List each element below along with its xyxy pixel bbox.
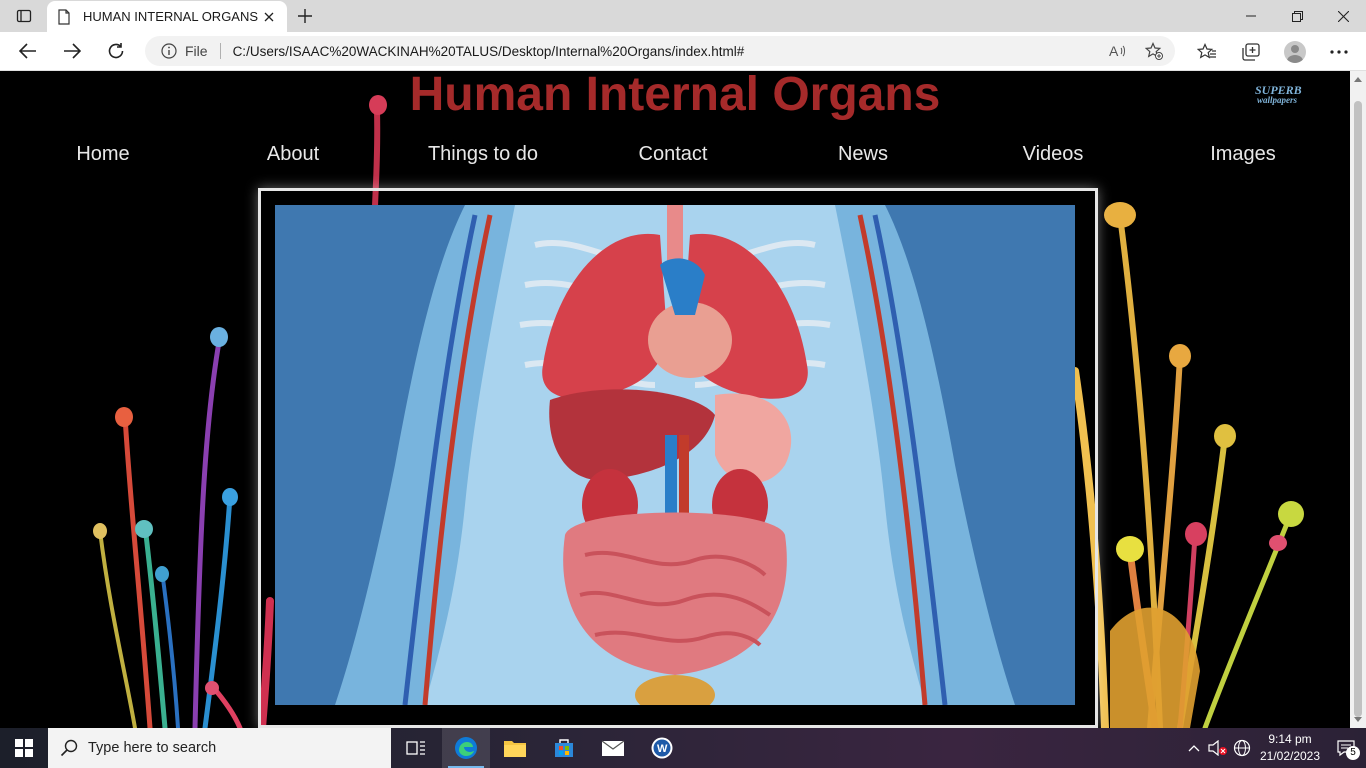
- scroll-up-icon[interactable]: [1354, 77, 1362, 82]
- collections-icon: [1242, 42, 1260, 61]
- taskbar-clock[interactable]: 9:14 pm 21/02/2023: [1254, 731, 1326, 765]
- back-button[interactable]: [13, 38, 43, 64]
- nav-link-contact[interactable]: Contact: [639, 143, 708, 166]
- start-button[interactable]: [0, 728, 48, 768]
- page-scrollbar[interactable]: [1350, 71, 1366, 728]
- windows-logo-icon: [15, 739, 33, 757]
- url-text[interactable]: C:/Users/ISAAC%20WACKINAH%20TALUS/Deskto…: [233, 44, 745, 59]
- volume-button[interactable]: [1206, 728, 1230, 768]
- notification-count-badge: 5: [1346, 746, 1360, 760]
- minimize-icon[interactable]: [1228, 0, 1274, 32]
- site-info-button[interactable]: File: [161, 43, 221, 59]
- clock-date: 21/02/2023: [1259, 749, 1321, 763]
- more-icon: [1330, 49, 1348, 54]
- windows-taskbar: Type here to search W 9:14 pm 21/02/2023: [0, 728, 1366, 768]
- nav-link-videos[interactable]: Videos: [1023, 143, 1084, 166]
- chevron-up-icon: [1188, 745, 1200, 752]
- folder-icon: [504, 741, 526, 757]
- taskbar-search-box[interactable]: Type here to search: [48, 728, 391, 768]
- show-hidden-icons-button[interactable]: [1182, 728, 1206, 768]
- nav-link-home[interactable]: Home: [76, 143, 129, 166]
- add-favorite-icon[interactable]: [1145, 42, 1163, 60]
- nav-link-about[interactable]: About: [267, 143, 319, 166]
- collections-button[interactable]: [1236, 37, 1266, 67]
- nav-link-things-to-do[interactable]: Things to do: [428, 143, 538, 166]
- settings-menu-button[interactable]: [1324, 37, 1354, 67]
- mail-icon: [601, 740, 625, 756]
- new-tab-button[interactable]: [292, 4, 318, 28]
- taskbar-store-button[interactable]: [540, 728, 588, 768]
- taskbar-mail-button[interactable]: [589, 728, 637, 768]
- task-view-icon: [406, 741, 425, 755]
- refresh-button[interactable]: [101, 38, 131, 64]
- taskbar-edge-button[interactable]: [442, 728, 490, 768]
- edge-icon: [455, 737, 477, 759]
- forward-button[interactable]: [57, 38, 87, 64]
- read-aloud-icon[interactable]: A: [1109, 43, 1127, 59]
- store-icon: [555, 739, 573, 757]
- task-view-button[interactable]: [392, 728, 440, 768]
- window-controls: [1228, 0, 1366, 32]
- browser-tab-active[interactable]: HUMAN INTERNAL ORGANS: [47, 1, 287, 32]
- volume-muted-icon: [1208, 740, 1227, 756]
- nav-link-news[interactable]: News: [838, 143, 888, 166]
- address-bar[interactable]: File C:/Users/ISAAC%20WACKINAH%20TALUS/D…: [145, 36, 1175, 66]
- superb-wallpapers-logo: SUPERB wallpapers: [1255, 84, 1321, 107]
- hero-image: [275, 205, 1075, 705]
- page-viewport: Human Internal Organs SUPERB wallpapers …: [0, 71, 1350, 728]
- plus-icon: [298, 9, 312, 23]
- page-icon: [58, 8, 70, 25]
- favorites-icon: [1197, 42, 1216, 59]
- page-title: Human Internal Organs: [409, 71, 941, 121]
- globe-icon: [1233, 739, 1251, 757]
- scroll-down-icon[interactable]: [1354, 717, 1362, 722]
- system-tray: 9:14 pm 21/02/2023 5: [1182, 728, 1366, 768]
- clock-time: 9:14 pm: [1268, 732, 1312, 746]
- network-button[interactable]: [1230, 728, 1254, 768]
- arrow-left-icon: [19, 43, 36, 59]
- word-app-icon: W: [651, 737, 673, 759]
- notifications-button[interactable]: 5: [1326, 728, 1366, 768]
- toolbar-icons: [1192, 32, 1354, 71]
- search-placeholder: Type here to search: [88, 740, 217, 756]
- scrollbar-thumb[interactable]: [1354, 101, 1362, 717]
- search-icon: [60, 739, 78, 757]
- close-tab-icon[interactable]: [261, 9, 277, 25]
- favorites-button[interactable]: [1192, 37, 1222, 67]
- tab-actions-button[interactable]: [8, 4, 40, 28]
- logo-text-line2: wallpapers: [1257, 95, 1298, 105]
- browser-tab-bar: HUMAN INTERNAL ORGANS: [0, 0, 1366, 32]
- info-icon: [161, 43, 177, 59]
- tab-title: HUMAN INTERNAL ORGANS: [83, 9, 259, 24]
- refresh-icon: [108, 43, 124, 59]
- arrow-right-icon: [64, 43, 81, 59]
- browser-toolbar: File C:/Users/ISAAC%20WACKINAH%20TALUS/D…: [0, 32, 1366, 71]
- nav-link-images[interactable]: Images: [1210, 143, 1276, 166]
- close-window-icon[interactable]: [1320, 0, 1366, 32]
- taskbar-file-explorer-button[interactable]: [491, 728, 539, 768]
- restore-icon[interactable]: [1274, 0, 1320, 32]
- main-nav: Home About Things to do Contact News Vid…: [0, 143, 1350, 173]
- svg-text:W: W: [657, 743, 668, 755]
- taskbar-word-app-button[interactable]: W: [638, 728, 686, 768]
- svg-text:A: A: [1109, 43, 1119, 59]
- tab-actions-icon: [16, 9, 32, 23]
- file-label: File: [185, 43, 208, 59]
- profile-button[interactable]: [1280, 37, 1310, 67]
- avatar: [1284, 40, 1306, 63]
- internal-organs-illustration: [335, 205, 1015, 705]
